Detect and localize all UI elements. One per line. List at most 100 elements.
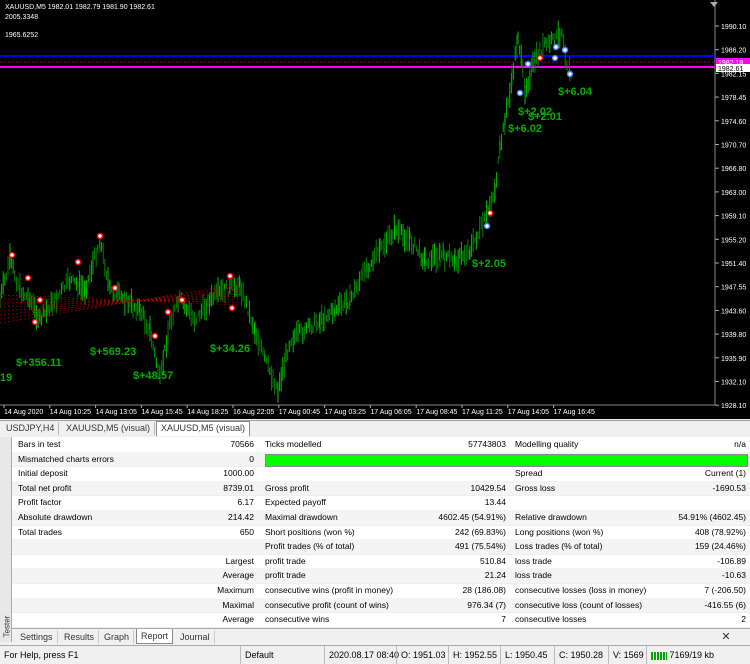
chart-area[interactable]: 1990.10 1986.20 1982.15 1978.45 1974.60 1970.… (0, 0, 750, 419)
traffic-label: 7169/19 kb (669, 650, 715, 660)
price-tick-label: 1970.70 (721, 143, 746, 150)
time-tick-label: 14 Aug 2020 (4, 409, 43, 416)
tester-tab-bar: Settings Results Graph Report Journal ✕ (12, 628, 750, 645)
price-tick-label: 1947.55 (721, 285, 746, 292)
price-tick-label: 1928.10 (721, 403, 746, 410)
chart-symbol-info: XAUUSD,M5 1982.01 1982.79 1981.90 1982.6… (5, 4, 155, 11)
time-tick-label: 14 Aug 15:45 (141, 409, 182, 416)
chart-tab-bar: USDJPY,H4 XAUUSD,M5 (visual) XAUUSD,M5 (… (0, 420, 750, 436)
time-tick-label: 14 Aug 10:25 (50, 409, 91, 416)
report-cell: Gross profit (265, 482, 309, 493)
tab-xauusd-visual-2[interactable]: XAUUSD,M5 (visual) (156, 421, 251, 436)
price-tick-label: 1959.10 (721, 214, 746, 221)
report-row: Average consecutive wins 7 consecutive loss… (12, 612, 750, 628)
report-cell: Long positions (won %) (515, 526, 604, 537)
report-cell: 10429.54 (470, 482, 506, 493)
report-cell: 28 (186.08) (462, 585, 506, 595)
trade-marker (96, 232, 104, 240)
report-cell: Absolute drawdown (18, 512, 93, 522)
trade-marker (566, 70, 574, 78)
trade-marker (24, 274, 32, 282)
price-tick-label: 1955.20 (721, 237, 746, 244)
report-row: Maximum consecutive wins (profit in money… (12, 583, 750, 599)
report-cell: Average (222, 570, 254, 581)
price-tick-label: 1932.10 (721, 380, 746, 387)
connection-bars-icon (651, 651, 667, 660)
tab-graph[interactable]: Graph (100, 630, 135, 644)
trade-profit-label: $+2.01 (528, 111, 562, 123)
trade-profit-label: $+2.05 (472, 258, 506, 270)
report-cell: Total trades (18, 526, 62, 537)
report-cell: n/a (734, 439, 746, 449)
report-cell: -10.63 (721, 570, 746, 581)
time-tick-label: 17 Aug 00:45 (279, 409, 320, 416)
trade-marker (111, 284, 119, 292)
chart-top-label: 1965.6252 (5, 32, 38, 39)
status-close: C: 1950.28 (554, 646, 609, 664)
report-cell: 214.42 (228, 512, 254, 522)
trade-marker (178, 296, 186, 304)
report-cell: 7 (501, 614, 506, 625)
price-highlight-label: 1982.61 (718, 66, 743, 73)
report-cell: 159 (24.46%) (694, 541, 746, 552)
report-cell: Bars in test (18, 439, 61, 449)
report-cell: Ticks modelled (265, 439, 322, 449)
report-cell: -1690.53 (712, 482, 746, 493)
close-icon[interactable]: ✕ (717, 631, 735, 643)
report-cell: profit trade (265, 555, 306, 566)
report-row: Absolute drawdown 214.42 Maximal drawdown 4… (12, 510, 750, 526)
trade-marker (36, 296, 44, 304)
report-cell: 650 (239, 526, 254, 537)
tab-results[interactable]: Results (60, 630, 100, 644)
price-tick-label: 1986.20 (721, 48, 746, 55)
trade-marker (8, 251, 16, 259)
report-cell: consecutive profit (count of wins) (265, 599, 389, 610)
trade-profit-label: $+569.23 (90, 346, 136, 358)
report-cell: 21.24 (484, 570, 506, 581)
report-cell: Gross loss (515, 482, 556, 493)
time-tick-label: 17 Aug 14:05 (508, 409, 549, 416)
time-tick-label: 17 Aug 03:25 (325, 409, 366, 416)
report-cell: Modelling quality (515, 439, 579, 449)
tab-report[interactable]: Report (136, 629, 174, 644)
price-tick-label: 1963.00 (721, 190, 746, 197)
price-chart[interactable]: 1990.101986.201982.151978.451974.601970.… (0, 0, 750, 419)
status-bar: For Help, press F1 Default 2020.08.17 08… (0, 645, 750, 664)
trade-marker (486, 209, 494, 217)
report-cell: Relative drawdown (515, 512, 587, 522)
tab-usdjpy-h4[interactable]: USDJPY,H4 (2, 422, 60, 435)
trade-marker (561, 46, 569, 54)
report-cell: 491 (75.54%) (454, 541, 506, 552)
report-cell: consecutive wins (265, 614, 330, 625)
trade-marker (536, 54, 544, 62)
price-tick-label: 1943.60 (721, 308, 746, 315)
report-cell: 242 (69.83%) (454, 526, 506, 537)
chart-shift-icon (710, 2, 718, 7)
trade-marker (483, 222, 491, 230)
trade-marker (151, 332, 159, 340)
trade-marker (74, 258, 82, 266)
tab-journal[interactable]: Journal (176, 630, 215, 644)
report-row: Maximal consecutive profit (count of wins… (12, 597, 750, 614)
report-cell: Expected payoff (265, 497, 326, 508)
report-cell: 70566 (230, 439, 254, 449)
time-tick-label: 17 Aug 11:25 (462, 409, 503, 416)
time-tick-label: 17 Aug 06:05 (370, 409, 411, 416)
price-tick-label: 1990.10 (721, 24, 746, 31)
trade-profit-label: $+48.57 (133, 370, 173, 382)
report-cell: 510.84 (480, 555, 506, 566)
tab-xauusd-visual-1[interactable]: XAUUSD,M5 (visual) (62, 422, 156, 435)
report-cell: 0 (249, 453, 254, 464)
status-profile: Default (240, 646, 325, 664)
report-cell: Profit trades (% of total) (265, 541, 355, 552)
price-tick-label: 1935.90 (721, 356, 746, 363)
report-cell: 1000.00 (223, 468, 254, 479)
report-row: Profit trades (% of total) 491 (75.54%) Lo… (12, 539, 750, 555)
report-row: Initial deposit 1000.00 Spread Current (1) (12, 466, 750, 482)
trade-profit-label: $+356.11 (16, 357, 62, 369)
report-cell: Current (1) (704, 468, 746, 479)
report-cell: -106.89 (717, 555, 746, 566)
report-cell: consecutive losses (loss in money) (515, 585, 647, 595)
tab-settings[interactable]: Settings (16, 630, 58, 644)
report-cell: Maximum (217, 585, 254, 595)
